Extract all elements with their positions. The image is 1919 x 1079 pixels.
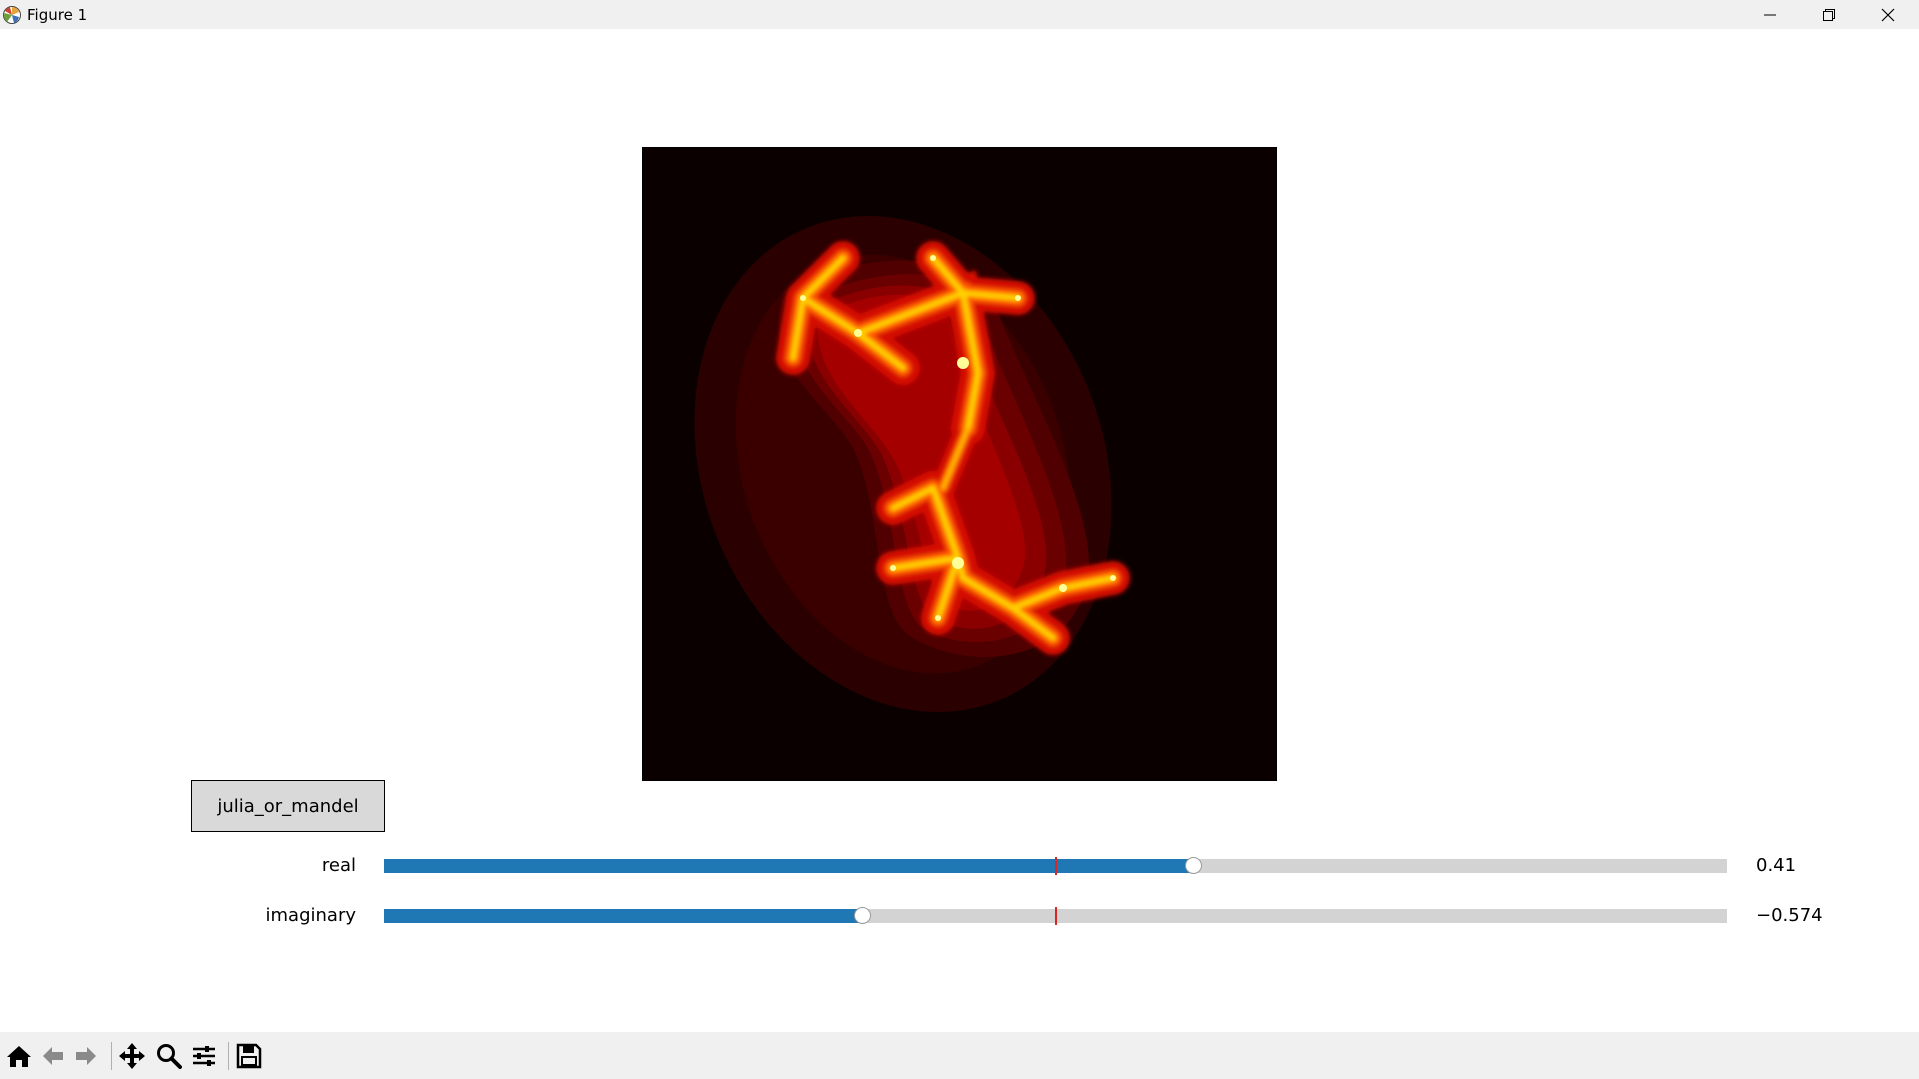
pan-button[interactable] [117, 1041, 147, 1071]
navigation-toolbar [0, 1032, 1919, 1079]
save-button[interactable] [234, 1041, 264, 1071]
close-icon [1881, 8, 1895, 21]
slider-label-imaginary: imaginary [265, 905, 356, 926]
slider-imaginary-handle[interactable] [854, 907, 872, 924]
window-title: Figure 1 [27, 6, 88, 24]
configure-subplots-icon [193, 1046, 215, 1066]
restore-icon [1823, 8, 1835, 21]
home-button[interactable] [4, 1041, 34, 1071]
zoom-icon [157, 1044, 182, 1069]
minimize-icon [1764, 14, 1776, 15]
zoom-button[interactable] [154, 1041, 184, 1071]
slider-value-imaginary: −0.574 [1756, 905, 1823, 926]
close-button[interactable] [1859, 0, 1917, 29]
configure-subplots-button[interactable] [189, 1041, 219, 1071]
minimize-button[interactable] [1741, 0, 1799, 29]
julia-or-mandel-button[interactable]: julia_or_mandel [191, 780, 385, 832]
save-icon [236, 1043, 262, 1069]
slider-imaginary[interactable] [384, 907, 1727, 925]
slider-imaginary-fill [384, 909, 864, 923]
toolbar-separator [228, 1042, 229, 1070]
matplotlib-icon [3, 6, 21, 24]
toolbar-separator [111, 1042, 112, 1070]
back-icon [43, 1047, 63, 1065]
slider-real-fill [384, 859, 1194, 873]
title-bar: Figure 1 [0, 0, 1919, 29]
home-icon [7, 1046, 31, 1067]
fractal-image[interactable] [642, 147, 1277, 781]
slider-value-real: 0.41 [1756, 855, 1797, 876]
slider-label-real: real [321, 855, 356, 876]
julia-set-image [643, 148, 1276, 780]
pan-icon [119, 1043, 145, 1069]
back-button[interactable] [38, 1041, 68, 1071]
slider-real-handle[interactable] [1184, 857, 1202, 874]
forward-button[interactable] [71, 1041, 101, 1071]
slider-imaginary-initial-marker [1054, 907, 1057, 925]
restore-button[interactable] [1800, 0, 1858, 29]
forward-icon [76, 1047, 96, 1065]
slider-real[interactable] [384, 857, 1727, 875]
slider-real-initial-marker [1054, 857, 1057, 875]
